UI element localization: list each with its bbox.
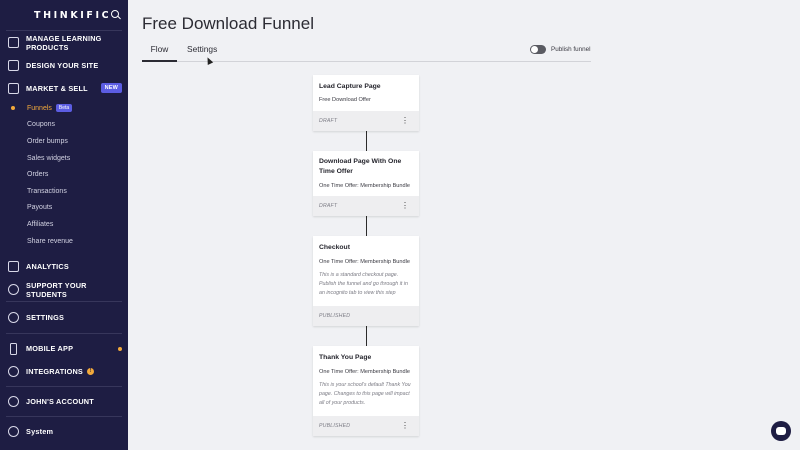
- sidebar-subitem-payouts[interactable]: Payouts: [0, 200, 128, 217]
- new-badge: NEW: [100, 83, 122, 93]
- step-name: Checkout: [319, 244, 350, 251]
- sidebar-item-integrations[interactable]: INTEGRATIONS !: [0, 360, 128, 383]
- sidebar-item-analytics[interactable]: ANALYTICS: [0, 255, 128, 278]
- sidebar-subitem-affiliates[interactable]: Affiliates: [0, 216, 128, 233]
- kebab-menu-icon[interactable]: ⋮: [401, 116, 409, 126]
- brand-logo[interactable]: THINKIFIC: [34, 10, 111, 21]
- funnel-step-card[interactable]: Checkout One Time Offer: Membership Bund…: [313, 236, 419, 326]
- sidebar-subitem-sales-widgets[interactable]: Sales widgets: [0, 150, 128, 167]
- status-badge: PUBLISHED: [319, 423, 351, 429]
- sidebar-subitem-coupons[interactable]: Coupons: [0, 117, 128, 134]
- funnel-step-card[interactable]: Thank You Page One Time Offer: Membershi…: [313, 346, 419, 436]
- sidebar-item-settings[interactable]: SETTINGS: [0, 306, 128, 329]
- user-icon: [8, 396, 19, 408]
- flow-connector: [366, 131, 367, 151]
- sidebar-item-label: SETTINGS: [26, 313, 65, 323]
- divider: [6, 386, 122, 388]
- flow-connector: [366, 326, 367, 346]
- plug-icon: [8, 366, 19, 378]
- layout-icon: [8, 60, 19, 71]
- edit-icon: [8, 37, 19, 48]
- alert-badge: !: [87, 368, 94, 376]
- funnel-step-card[interactable]: Lead Capture Page Free Download Offer DR…: [313, 75, 419, 131]
- sidebar: THINKIFIC MANAGE LEARNING PRODUCTS DESIG…: [0, 0, 128, 450]
- sidebar-item-manage[interactable]: MANAGE LEARNING PRODUCTS: [0, 31, 128, 54]
- divider: [6, 301, 122, 303]
- beta-badge: Beta: [55, 104, 73, 113]
- brand-bar: THINKIFIC: [0, 0, 128, 30]
- sidebar-subitem-transactions[interactable]: Transactions: [0, 183, 128, 200]
- sidebar-subitem-funnels[interactable]: Funnels Beta: [0, 100, 128, 117]
- cog-icon: [8, 426, 19, 438]
- divider: [6, 416, 122, 418]
- sidebar-item-label: MARKET & SELL: [26, 84, 88, 93]
- sidebar-item-label: DESIGN YOUR SITE: [26, 61, 99, 70]
- kebab-menu-icon[interactable]: ⋮: [401, 201, 409, 211]
- step-name: Lead Capture Page: [319, 83, 381, 90]
- sidebar-item-market[interactable]: MARKET & SELL NEW: [0, 77, 128, 100]
- sidebar-item-label: System: [26, 427, 54, 437]
- kebab-menu-icon[interactable]: ⋮: [401, 421, 409, 431]
- sidebar-subitem-share-revenue[interactable]: Share revenue: [0, 233, 128, 250]
- tab-settings[interactable]: Settings: [187, 44, 217, 62]
- sidebar-subitem-label: Funnels: [27, 104, 52, 112]
- divider: [6, 333, 122, 335]
- search-icon[interactable]: [111, 10, 119, 20]
- step-footer: DRAFT ⋮: [313, 196, 419, 216]
- sidebar-item-label: SUPPORT YOUR STUDENTS: [26, 280, 87, 299]
- gear-icon: [8, 312, 19, 324]
- step-footer: DRAFT ⋮: [313, 111, 419, 131]
- step-note: This is a standard checkout page. Publis…: [319, 272, 408, 296]
- sidebar-item-system[interactable]: System: [0, 420, 128, 443]
- users-icon: [8, 284, 19, 296]
- publish-funnel-control[interactable]: Publish funnel: [530, 45, 591, 54]
- status-badge: PUBLISHED: [319, 313, 351, 319]
- sidebar-item-label: JOHN'S ACCOUNT: [26, 397, 94, 407]
- step-offer: Free Download Offer: [319, 97, 371, 103]
- status-badge: DRAFT: [319, 203, 338, 209]
- chart-icon: [8, 261, 19, 273]
- chat-icon[interactable]: [771, 421, 791, 441]
- sidebar-subitem-orders[interactable]: Orders: [0, 166, 128, 183]
- trend-icon: [8, 83, 19, 94]
- sidebar-item-mobile[interactable]: MOBILE APP: [0, 337, 128, 360]
- status-badge: DRAFT: [319, 118, 338, 124]
- sidebar-item-account[interactable]: JOHN'S ACCOUNT: [0, 390, 128, 413]
- step-name: Download Page With One Time Offer: [319, 158, 402, 175]
- step-offer: One Time Offer: Membership Bundle: [319, 183, 410, 189]
- notification-dot: [118, 347, 122, 352]
- publish-label: Publish funnel: [551, 46, 591, 53]
- sidebar-item-support[interactable]: SUPPORT YOUR STUDENTS: [0, 278, 128, 301]
- sidebar-item-label: INTEGRATIONS: [26, 367, 83, 377]
- step-offer: One Time Offer: Membership Bundle: [319, 369, 410, 375]
- sidebar-item-label: ANALYTICS: [26, 262, 69, 272]
- page-title: Free Download Funnel: [142, 14, 314, 33]
- funnel-step-card[interactable]: Download Page With One Time Offer One Ti…: [313, 151, 419, 216]
- step-note: This is your school's default Thank You …: [319, 382, 411, 406]
- sidebar-item-label: MANAGE LEARNING PRODUCTS: [26, 33, 102, 52]
- step-footer: PUBLISHED ⋮: [313, 416, 419, 436]
- sidebar-item-label: MOBILE APP: [26, 344, 74, 354]
- flow-connector: [366, 216, 367, 236]
- step-offer: One Time Offer: Membership Bundle: [319, 259, 410, 265]
- publish-toggle[interactable]: [530, 45, 546, 54]
- step-footer: PUBLISHED: [313, 306, 419, 326]
- tab-flow[interactable]: Flow: [142, 44, 177, 62]
- sidebar-item-design[interactable]: DESIGN YOUR SITE: [0, 54, 128, 77]
- phone-icon: [10, 342, 17, 355]
- step-name: Thank You Page: [319, 354, 372, 361]
- sidebar-subitem-order-bumps[interactable]: Order bumps: [0, 133, 128, 150]
